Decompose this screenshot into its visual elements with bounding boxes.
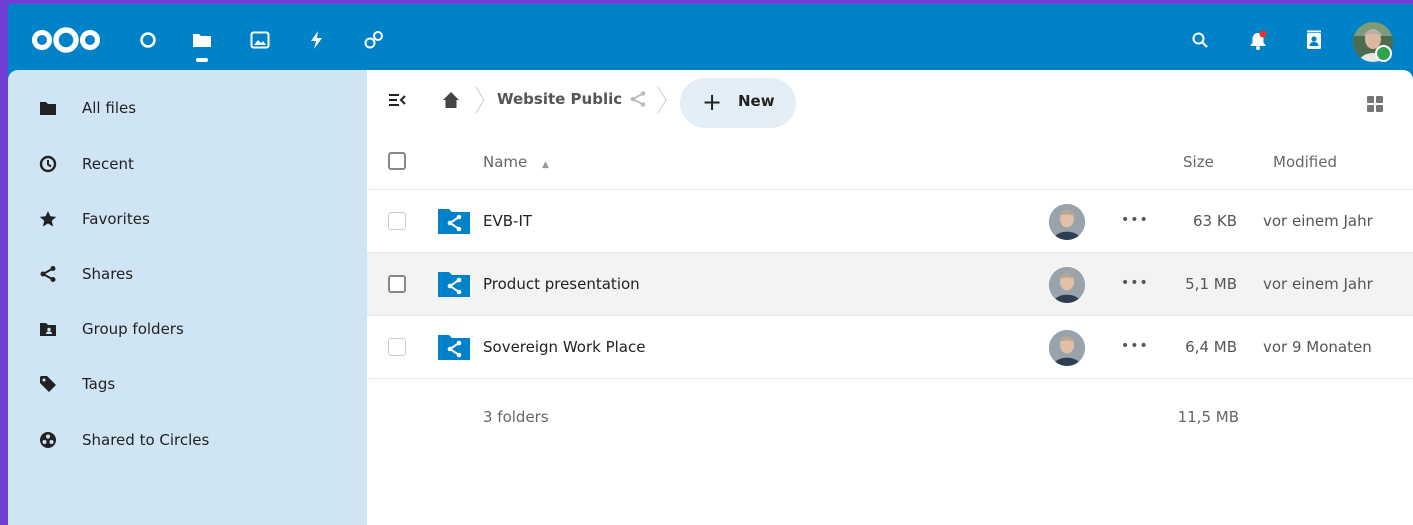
grid-view-icon[interactable] xyxy=(1367,96,1383,112)
shared-folder-icon[interactable] xyxy=(438,207,470,235)
summary-size: 11,5 MB xyxy=(1177,408,1239,426)
shared-folder-icon[interactable] xyxy=(438,270,470,298)
sidebar-item-shares[interactable]: Shares xyxy=(14,250,361,298)
sidebar-item-tags[interactable]: Tags xyxy=(14,360,361,408)
online-status-icon xyxy=(1375,45,1392,62)
row-actions-menu-icon[interactable]: ••• xyxy=(1121,338,1149,354)
sidebar-item-shared-to-circles[interactable]: Shared to Circles xyxy=(14,416,361,464)
row-actions-menu-icon[interactable]: ••• xyxy=(1121,212,1149,228)
sidebar-item-all-files[interactable]: All files xyxy=(14,84,361,132)
files-folder-icon[interactable] xyxy=(188,26,216,54)
file-size: 5,1 MB xyxy=(1185,275,1237,293)
tag-icon xyxy=(38,374,58,394)
clock-icon xyxy=(38,154,58,174)
row-checkbox[interactable] xyxy=(388,212,406,230)
toggle-navigation-icon[interactable] xyxy=(387,90,407,110)
breadcrumb-current[interactable]: Website Public xyxy=(497,90,622,108)
file-modified: vor 9 Monaten xyxy=(1263,338,1372,356)
new-button[interactable]: + New xyxy=(680,78,796,128)
sidebar-item-label: Recent xyxy=(82,155,134,173)
activity-bolt-icon[interactable] xyxy=(302,26,330,54)
circles-icon xyxy=(38,430,58,450)
sidebar-item-label: Favorites xyxy=(82,210,150,228)
top-header xyxy=(8,4,1413,70)
breadcrumb-separator-icon xyxy=(475,86,485,114)
sidebar-item-group-folders[interactable]: Group folders xyxy=(14,305,361,353)
summary-count: 3 folders xyxy=(483,408,549,426)
folder-icon xyxy=(38,98,58,118)
share-icon[interactable] xyxy=(629,90,647,108)
star-icon xyxy=(38,209,58,229)
sidebar-item-favorites[interactable]: Favorites xyxy=(14,195,361,243)
sidebar-item-label: Group folders xyxy=(82,320,184,338)
divider xyxy=(367,378,1413,379)
breadcrumb-separator-icon xyxy=(657,86,667,114)
file-size: 6,4 MB xyxy=(1185,338,1237,356)
table-row[interactable]: EVB-IT ••• 63 KB vor einem Jahr xyxy=(367,189,1413,252)
share-icon xyxy=(38,264,58,284)
photos-icon[interactable] xyxy=(246,26,274,54)
sidebar: All files Recent Favorites Shares Group … xyxy=(8,70,367,525)
sidebar-item-label: Shares xyxy=(82,265,134,283)
file-name[interactable]: EVB-IT xyxy=(483,212,532,230)
column-header-size[interactable]: Size xyxy=(1183,153,1214,171)
row-checkbox[interactable] xyxy=(388,338,406,356)
row-checkbox[interactable] xyxy=(388,275,406,293)
active-app-indicator xyxy=(196,58,208,62)
sort-ascending-icon: ▲ xyxy=(542,160,549,170)
sidebar-item-label: Shared to Circles xyxy=(82,431,210,449)
owner-avatar[interactable] xyxy=(1049,330,1085,366)
notifications-bell-icon[interactable] xyxy=(1244,26,1272,54)
column-header-modified[interactable]: Modified xyxy=(1273,153,1337,171)
file-modified: vor einem Jahr xyxy=(1263,275,1373,293)
table-row[interactable]: Product presentation ••• 5,1 MB vor eine… xyxy=(367,252,1413,315)
circles-icon[interactable] xyxy=(360,26,388,54)
file-modified: vor einem Jahr xyxy=(1263,212,1373,230)
owner-avatar[interactable] xyxy=(1049,267,1085,303)
home-icon[interactable] xyxy=(441,90,461,110)
file-list-area: Website Public + New Name ▲ Size Modifie… xyxy=(367,70,1413,525)
column-header-label: Name xyxy=(483,153,528,171)
file-name[interactable]: Sovereign Work Place xyxy=(483,338,645,356)
sidebar-item-recent[interactable]: Recent xyxy=(14,140,361,188)
owner-avatar[interactable] xyxy=(1049,204,1085,240)
group-folder-icon xyxy=(38,319,58,339)
dashboard-circle-icon[interactable] xyxy=(134,26,162,54)
new-button-label: New xyxy=(738,92,775,110)
plus-icon: + xyxy=(702,88,723,116)
sidebar-item-label: All files xyxy=(82,99,137,117)
sidebar-item-label: Tags xyxy=(82,375,116,393)
app-frame: All files Recent Favorites Shares Group … xyxy=(8,4,1413,525)
select-all-checkbox[interactable] xyxy=(388,152,406,170)
row-actions-menu-icon[interactable]: ••• xyxy=(1121,275,1149,291)
file-size: 63 KB xyxy=(1193,212,1237,230)
nextcloud-logo[interactable] xyxy=(30,26,102,54)
column-header-name[interactable]: Name ▲ xyxy=(483,153,549,171)
file-name[interactable]: Product presentation xyxy=(483,275,640,293)
search-icon[interactable] xyxy=(1186,26,1214,54)
contacts-icon[interactable] xyxy=(1300,26,1328,54)
shared-folder-icon[interactable] xyxy=(438,333,470,361)
table-row[interactable]: Sovereign Work Place ••• 6,4 MB vor 9 Mo… xyxy=(367,315,1413,378)
